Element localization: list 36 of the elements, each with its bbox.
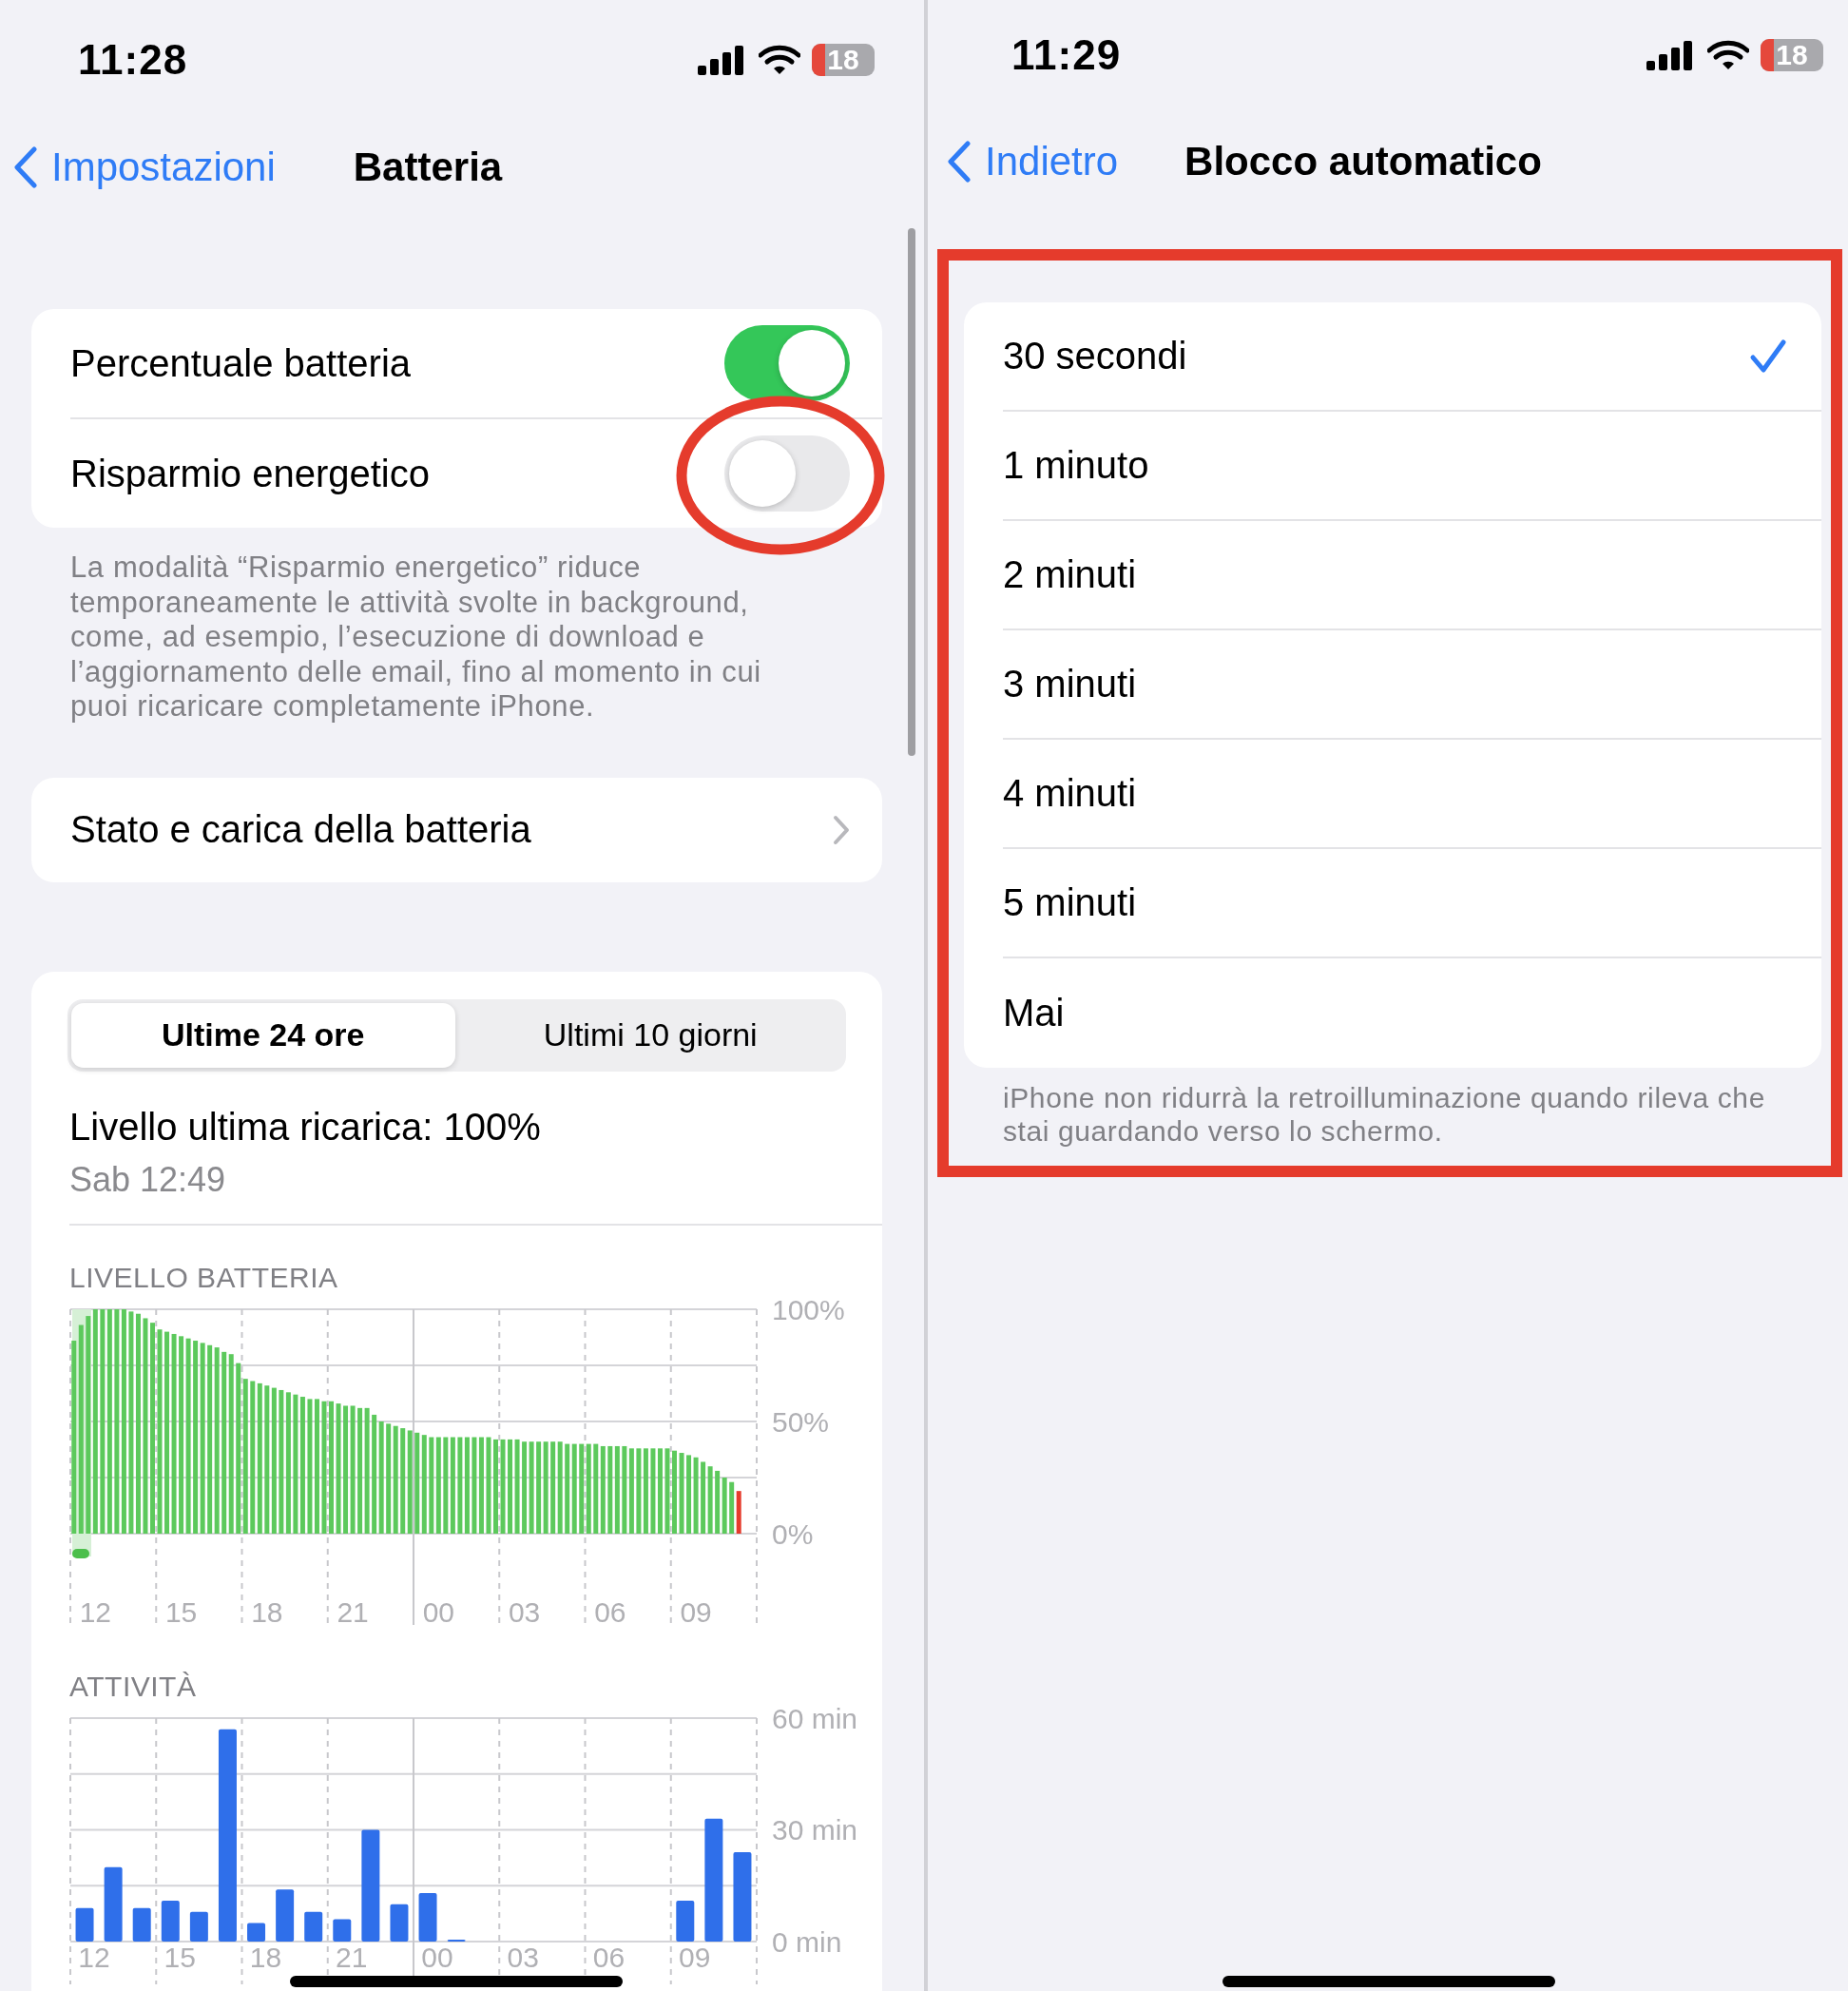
setting-label: Risparmio energetico <box>70 452 430 495</box>
battery-indicator: 18 <box>812 44 875 76</box>
chart-title: ATTIVITÀ <box>69 1670 198 1703</box>
battery-indicator: 18 <box>1761 39 1823 71</box>
axis-label: 50% <box>772 1405 830 1438</box>
axis-label: 18 <box>251 1595 283 1628</box>
axis-label: 15 <box>164 1595 198 1628</box>
axis-label: 09 <box>680 1595 712 1628</box>
footer-note: iPhone non ridurrà la retroilluminazione quando rileva che stai guardando verso lo schermo. <box>1003 1081 1766 1149</box>
status-time: 11:29 <box>1011 31 1122 79</box>
setting-label: Percentuale batteria <box>70 341 411 385</box>
footer-note: La modalità “Risparmio energetico” riduce temporaneamente le attività svolte in background, come, ad esempio, l’esecuzione di download e l’aggiornamento delle email, fino al momento in cui puoi ricaricare completamente iPhone. <box>70 551 762 725</box>
axis-label: 12 <box>79 1595 111 1628</box>
axis-label: 15 <box>164 1941 196 1973</box>
axis-label: 06 <box>592 1941 626 1973</box>
axis-label: 30 min <box>772 1813 858 1846</box>
screen-title: Blocco automatico <box>1184 139 1542 184</box>
last-charge-time: Sab 12:49 <box>69 1159 227 1200</box>
screen-title: Batteria <box>353 145 503 190</box>
axis-label: 03 <box>508 1595 541 1628</box>
axis-label: 06 <box>594 1595 626 1628</box>
axis-label: 00 <box>421 1941 453 1973</box>
axis-label: 0 min <box>772 1925 842 1958</box>
chart-title: LIVELLO BATTERIA <box>69 1261 339 1294</box>
axis-label: 00 <box>422 1595 454 1628</box>
axis-label: 12 <box>78 1941 110 1973</box>
axis-label: 03 <box>507 1941 539 1973</box>
last-charge-level: Livello ultima ricarica: 100% <box>69 1105 542 1149</box>
axis-label: 21 <box>336 1941 368 1973</box>
axis-label: 09 <box>679 1941 711 1973</box>
axis-label: 0% <box>772 1517 814 1550</box>
axis-label: 60 min <box>772 1702 858 1734</box>
axis-label: 18 <box>249 1941 282 1973</box>
axis-label: 100% <box>772 1293 845 1325</box>
status-time: 11:28 <box>78 36 188 84</box>
axis-label: 21 <box>337 1595 369 1628</box>
